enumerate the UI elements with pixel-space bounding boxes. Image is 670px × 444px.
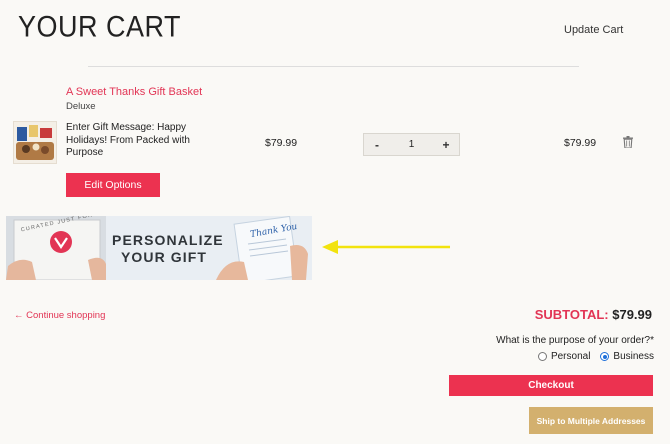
subtotal-value: $79.99 [612,307,652,322]
arrow-icon [322,240,450,254]
subtotal-label: SUBTOTAL: [534,307,609,322]
page-title: YOUR CART [18,10,182,44]
business-radio[interactable] [600,352,610,361]
banner-heading: PERSONALIZE YOUR GIFT [112,232,224,266]
unit-price: $79.99 [265,137,298,149]
quantity-value[interactable]: 1 [390,139,433,150]
business-radio-label[interactable]: Business [613,351,654,362]
checkout-button[interactable]: Checkout [449,375,653,396]
divider [88,66,579,67]
product-variant: Deluxe [66,101,96,112]
gift-message: Enter Gift Message: Happy Holidays! From… [66,122,190,158]
update-cart-link[interactable]: Update Cart [564,24,623,36]
qty-increase-button[interactable]: + [433,138,459,152]
banner-line-2: YOUR GIFT [120,249,208,265]
gift-basket-image [14,122,56,163]
product-image[interactable] [13,121,57,164]
edit-options-button[interactable]: Edit Options [66,173,160,197]
quantity-stepper[interactable]: - 1 + [363,133,460,156]
qty-decrease-button[interactable]: - [364,138,390,152]
product-name-link[interactable]: A Sweet Thanks Gift Basket [66,86,202,98]
trash-icon[interactable] [623,136,633,148]
personal-radio-label[interactable]: Personal [551,351,590,362]
subtotal: SUBTOTAL: $79.99 [535,307,652,322]
personal-radio[interactable] [537,352,547,361]
continue-shopping-link[interactable]: ← Continue shopping [14,310,105,321]
banner-line-1: PERSONALIZE [112,232,224,248]
line-total: $79.99 [564,137,597,149]
ship-multiple-addresses-button[interactable]: Ship to Multiple Addresses [529,407,653,434]
personalize-gift-banner[interactable]: PERSONALIZE YOUR GIFT CURATED JUST FOR Y… [6,216,312,280]
order-purpose-options: Personal Business [537,351,654,362]
order-purpose-question: What is the purpose of your order?* [496,335,654,346]
